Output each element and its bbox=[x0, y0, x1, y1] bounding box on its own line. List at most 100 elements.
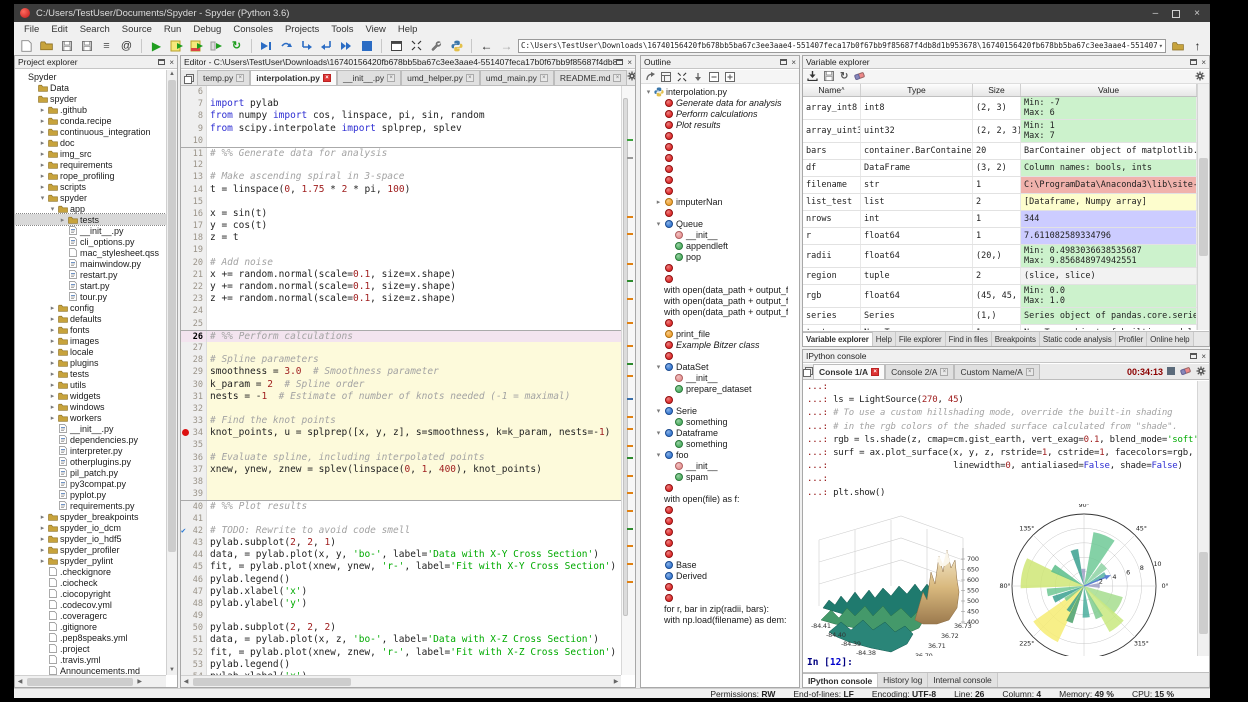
line-number[interactable]: 15 bbox=[181, 196, 207, 208]
outline-item[interactable] bbox=[641, 592, 788, 603]
line-number[interactable]: 48 bbox=[181, 598, 207, 610]
console-bottom-tab-ipython-console[interactable]: IPython console bbox=[803, 673, 878, 687]
scroll-left-icon[interactable]: ◀ bbox=[181, 678, 191, 685]
outline-item[interactable] bbox=[641, 526, 788, 537]
expander-icon[interactable]: ▸ bbox=[38, 172, 47, 180]
close-icon[interactable]: × bbox=[1201, 352, 1206, 361]
project-item-windows[interactable]: ▸windows bbox=[15, 401, 166, 412]
expander-icon[interactable]: ▸ bbox=[58, 216, 67, 224]
run-cell-and-advance-icon[interactable] bbox=[188, 38, 205, 54]
line-number[interactable]: 23 bbox=[181, 293, 207, 305]
undock-icon[interactable] bbox=[1190, 353, 1197, 359]
outline-item-with-np-load-filename-as-dem[interactable]: with np.load(filename) as dem: bbox=[641, 614, 788, 625]
scroll-down-icon[interactable]: ▼ bbox=[167, 666, 177, 675]
outline-item-queue[interactable]: ▾Queue bbox=[641, 218, 788, 229]
breakpoint-icon[interactable] bbox=[182, 429, 189, 436]
editor-tab-umd-main-py[interactable]: umd_main.py× bbox=[480, 70, 554, 85]
outline-item-base[interactable]: Base bbox=[641, 559, 788, 570]
line-number[interactable]: 10 bbox=[181, 135, 207, 147]
project-item-tour-py[interactable]: tour.py bbox=[15, 291, 166, 302]
project-item-spyder-breakpoints[interactable]: ▸spyder_breakpoints bbox=[15, 511, 166, 522]
project-item-scripts[interactable]: ▸scripts bbox=[15, 181, 166, 192]
project-item-spyder-io-hdf5[interactable]: ▸spyder_io_hdf5 bbox=[15, 533, 166, 544]
variable-row-list_test[interactable]: list_testlist2[Dataframe, Numpy array] bbox=[803, 194, 1197, 211]
expander-icon[interactable]: ▸ bbox=[48, 370, 57, 378]
continue-execution-icon[interactable] bbox=[338, 38, 355, 54]
project-item-app[interactable]: ▾app bbox=[15, 203, 166, 214]
menu-edit[interactable]: Edit bbox=[45, 23, 73, 36]
variables-table[interactable]: Name ˄TypeSizeValuearray_int8int8(2, 3)M… bbox=[803, 84, 1197, 330]
outline-item[interactable] bbox=[641, 537, 788, 548]
expander-icon[interactable]: ▸ bbox=[38, 128, 47, 136]
outline-item-foo[interactable]: ▾foo bbox=[641, 449, 788, 460]
editor-horizontal-scrollbar[interactable]: ◀ ▶ bbox=[181, 675, 621, 687]
scroll-up-icon[interactable]: ▲ bbox=[167, 70, 177, 79]
expander-icon[interactable]: ▾ bbox=[38, 194, 47, 202]
outline-item[interactable] bbox=[641, 174, 788, 185]
project-item--ciocheck[interactable]: .ciocheck bbox=[15, 577, 166, 588]
outline-item--init-[interactable]: __init__ bbox=[641, 460, 788, 471]
project-item-tests[interactable]: ▸tests bbox=[15, 214, 166, 225]
line-number[interactable]: 11 bbox=[181, 148, 207, 159]
outline-item-prepare-dataset[interactable]: prepare_dataset bbox=[641, 383, 788, 394]
outline-item[interactable] bbox=[641, 273, 788, 284]
outline-item-perform-calculations[interactable]: Perform calculations bbox=[641, 108, 788, 119]
project-item-spyder[interactable]: ▾spyder bbox=[15, 192, 166, 203]
outline-item-dataframe[interactable]: ▾Dataframe bbox=[641, 427, 788, 438]
project-item-py3compat-py[interactable]: py3compat.py bbox=[15, 478, 166, 489]
outline-item[interactable] bbox=[641, 504, 788, 515]
import-data-icon[interactable] bbox=[807, 71, 818, 83]
line-number[interactable]: 26 bbox=[181, 331, 207, 342]
outline-item[interactable] bbox=[641, 482, 788, 493]
line-number[interactable]: 52 bbox=[181, 647, 207, 659]
line-number[interactable]: 39 bbox=[181, 488, 207, 500]
fullscreen-icon[interactable] bbox=[408, 38, 425, 54]
column-header-value[interactable]: Value bbox=[1021, 84, 1197, 96]
line-number[interactable]: 40 bbox=[181, 501, 207, 512]
project-item--init-py[interactable]: __init__.py bbox=[15, 423, 166, 434]
expander-icon[interactable]: ▸ bbox=[48, 414, 57, 422]
expander-icon[interactable]: ▸ bbox=[48, 326, 57, 334]
expander-icon[interactable]: ▸ bbox=[48, 348, 57, 356]
pane-tab-variable-explorer[interactable]: Variable explorer bbox=[803, 332, 873, 346]
expander-icon[interactable]: ▾ bbox=[654, 407, 663, 415]
variable-row-test_none[interactable]: test_noneNoneType1NoneType object of bui… bbox=[803, 325, 1197, 330]
forward-icon[interactable]: → bbox=[498, 38, 515, 54]
expander-icon[interactable]: ▾ bbox=[48, 205, 57, 213]
close-tab-icon[interactable]: × bbox=[323, 74, 331, 82]
outline-item[interactable] bbox=[641, 317, 788, 328]
project-item-widgets[interactable]: ▸widgets bbox=[15, 390, 166, 401]
outline-item-print-file[interactable]: print_file bbox=[641, 328, 788, 339]
pane-tab-breakpoints[interactable]: Breakpoints bbox=[992, 332, 1040, 346]
project-item-defaults[interactable]: ▸defaults bbox=[15, 313, 166, 324]
project-item-data[interactable]: Data bbox=[15, 82, 166, 93]
project-item--pep8speaks-yml[interactable]: .pep8speaks.yml bbox=[15, 632, 166, 643]
stop-icon[interactable] bbox=[1167, 367, 1175, 377]
outline-item-appendleft[interactable]: appendleft bbox=[641, 240, 788, 251]
project-item-start-py[interactable]: start.py bbox=[15, 280, 166, 291]
line-number[interactable]: 50 bbox=[181, 622, 207, 634]
maximize-button[interactable] bbox=[1172, 10, 1180, 18]
expander-icon[interactable]: ▾ bbox=[654, 220, 663, 228]
undock-icon[interactable] bbox=[1190, 59, 1197, 65]
expander-icon[interactable]: ▸ bbox=[48, 304, 57, 312]
line-number[interactable]: 53 bbox=[181, 659, 207, 671]
project-item--checkignore[interactable]: .checkignore bbox=[15, 566, 166, 577]
outline-item[interactable] bbox=[641, 262, 788, 273]
line-number[interactable]: 6 bbox=[181, 86, 207, 98]
expander-icon[interactable]: ▸ bbox=[38, 535, 47, 543]
close-tab-icon[interactable]: × bbox=[613, 74, 621, 82]
project-tree[interactable]: SpyderDataspyder▸.github▸conda.recipe▸co… bbox=[15, 70, 166, 675]
project-item-spyder[interactable]: spyder bbox=[15, 93, 166, 104]
minimize-button[interactable]: – bbox=[1153, 8, 1159, 19]
project-item-spyder[interactable]: Spyder bbox=[15, 71, 166, 82]
browse-tabs-icon[interactable] bbox=[181, 72, 197, 85]
pane-tab-help[interactable]: Help bbox=[873, 332, 896, 346]
outline-item--init-[interactable]: __init__ bbox=[641, 372, 788, 383]
line-number[interactable]: 35 bbox=[181, 439, 207, 451]
menu-tools[interactable]: Tools bbox=[325, 23, 359, 36]
fullscreen-icon[interactable] bbox=[676, 71, 688, 82]
close-button[interactable]: × bbox=[1194, 8, 1200, 19]
outline-item[interactable] bbox=[641, 394, 788, 405]
close-tab-icon[interactable]: × bbox=[940, 368, 948, 376]
